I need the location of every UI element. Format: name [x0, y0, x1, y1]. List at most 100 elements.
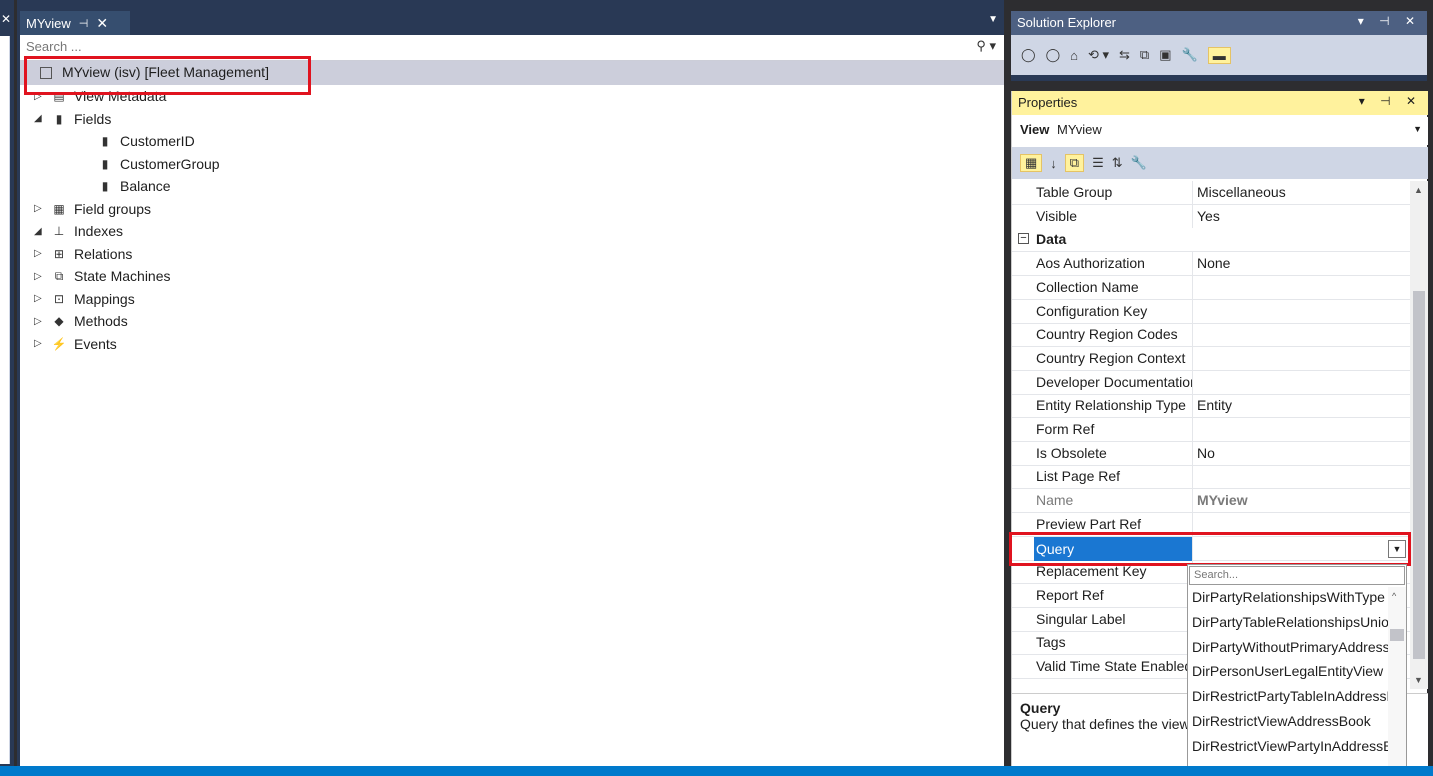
properties-tool-button[interactable]: 🔧	[1131, 155, 1147, 171]
property-row[interactable]: Is Obsolete No	[1012, 441, 1410, 466]
property-category[interactable]: − Data	[1012, 228, 1410, 253]
left-panel-body	[0, 36, 10, 764]
tree-node-label: Indexes	[74, 223, 124, 239]
tree-node[interactable]: ▷ ⧉ State Machines	[34, 265, 171, 287]
pin-icon[interactable]: ⊣	[79, 17, 89, 30]
dropdown-item[interactable]: DirPartyTableRelationshipsUnion	[1192, 614, 1388, 638]
property-name: Visible	[1036, 207, 1077, 224]
dropdown-item[interactable]: DirPartyRelationshipsWithType	[1192, 589, 1388, 613]
solution-explorer-tool-button[interactable]: ▬	[1207, 46, 1231, 64]
events-icon: ⚡	[51, 336, 67, 351]
tree-node[interactable]: ▮ Balance	[80, 175, 171, 197]
property-value[interactable]: Yes	[1197, 208, 1407, 224]
chevron-down-icon[interactable]: ▼	[988, 14, 998, 25]
tree-node[interactable]: ▷ ▦ Field groups	[34, 198, 151, 220]
mappings-icon: ⊡	[53, 291, 65, 306]
property-row[interactable]: List Page Ref	[1012, 465, 1410, 490]
tree-node[interactable]: ▮ CustomerID	[80, 130, 195, 152]
solution-explorer-tool-button[interactable]: ◯	[1046, 47, 1061, 63]
column-divider	[1192, 489, 1193, 514]
expand-arrow-icon[interactable]: ▷	[34, 293, 48, 304]
scroll-thumb[interactable]	[1390, 629, 1404, 641]
solution-explorer-tool-button[interactable]: ⇆	[1119, 47, 1130, 63]
property-value[interactable]: Miscellaneous	[1197, 184, 1407, 200]
property-value[interactable]: No	[1197, 445, 1407, 461]
dropdown-search-input[interactable]: Search...	[1189, 566, 1405, 585]
dropdown-item[interactable]: DirRestrictViewAddressBook	[1192, 713, 1388, 737]
property-row[interactable]: Visible Yes	[1012, 204, 1410, 229]
tree-node[interactable]: ▷ ⊡ Mappings	[34, 288, 135, 310]
property-name: Country Region Codes	[1036, 326, 1178, 343]
scroll-up-icon[interactable]: ^	[1392, 591, 1396, 601]
property-value[interactable]: MYview	[1197, 492, 1407, 508]
collapse-icon[interactable]: −	[1018, 233, 1029, 245]
expand-arrow-icon[interactable]: ▷	[34, 338, 48, 349]
chevron-down-icon[interactable]: ▼	[1413, 124, 1422, 134]
scroll-thumb[interactable]	[1413, 291, 1425, 659]
property-value[interactable]: Entity	[1197, 397, 1407, 413]
column-divider	[1192, 299, 1193, 324]
property-row[interactable]: Table Group Miscellaneous	[1012, 181, 1410, 205]
property-row[interactable]: Configuration Key	[1012, 299, 1410, 324]
tree-node-label: Mappings	[74, 290, 135, 307]
solution-explorer-tool-button[interactable]: ▣	[1159, 47, 1171, 63]
property-row[interactable]: Developer Documentation	[1012, 370, 1410, 395]
property-row[interactable]: Entity Relationship Type Entity	[1012, 394, 1410, 419]
scroll-up-icon[interactable]: ▲	[1414, 185, 1423, 195]
expanded-arrow-icon[interactable]: ◢	[34, 113, 48, 124]
expand-arrow-icon[interactable]: ▷	[34, 271, 48, 282]
dropdown-item[interactable]: DirPartyWithoutPrimaryAddress	[1192, 639, 1388, 663]
property-grid-scrollbar[interactable]: ▲ ▼	[1410, 181, 1428, 689]
properties-tool-button[interactable]: ⧉	[1064, 154, 1085, 172]
search-icon[interactable]: ⚲ ▾	[976, 38, 996, 54]
property-row[interactable]: Country Region Codes	[1012, 323, 1410, 348]
close-icon[interactable]: ✕	[1, 12, 11, 26]
solution-explorer-tool-button[interactable]: ◯	[1021, 47, 1036, 63]
solution-explorer-tool-button[interactable]: ⧉	[1140, 47, 1149, 63]
dropdown-item[interactable]: DirRestrictPartyTableInAddressBook	[1192, 688, 1388, 712]
tree-node[interactable]: ▷ ◆ Methods	[34, 310, 128, 332]
tab-myview[interactable]: MYview ⊣ ✕	[20, 11, 130, 35]
expand-arrow-icon[interactable]: ▷	[34, 203, 48, 214]
expanded-arrow-icon[interactable]: ◢	[34, 226, 48, 237]
solution-explorer-tool-button[interactable]: ⟲ ▾	[1088, 47, 1109, 63]
scroll-down-icon[interactable]: ▼	[1414, 675, 1423, 685]
solution-explorer-tool-button[interactable]: ⌂	[1070, 48, 1078, 63]
properties-tool-button[interactable]: ⇅	[1112, 155, 1123, 171]
tree-node-label: State Machines	[74, 268, 171, 284]
property-row[interactable]: Name MYview	[1012, 489, 1410, 514]
solution-explorer-title-bar: Solution Explorer ▾ ⊣ ✕	[1011, 11, 1427, 35]
column-divider	[1192, 204, 1193, 229]
tree-node[interactable]: ▷ ⚡ Events	[34, 333, 117, 355]
dropdown-item[interactable]: DirPersonUserLegalEntityView	[1192, 663, 1388, 687]
property-row[interactable]: Collection Name	[1012, 275, 1410, 300]
query-dropdown-list[interactable]: Search... DirPartyRelationshipsWithType D…	[1187, 564, 1407, 776]
dropdown-item[interactable]: DirRestrictViewPartyInAddressBook	[1192, 738, 1388, 762]
tree-node[interactable]: ◢ ⊥ Indexes	[34, 220, 123, 242]
object-selector[interactable]: View MYview ▼	[1012, 117, 1428, 145]
column-divider	[1192, 346, 1193, 371]
document-well: MYview ⊣ ✕ ▼ Search ... ⚲ ▾ MYview (isv)…	[17, 0, 1004, 766]
tree-node[interactable]: ▷ ⊞ Relations	[34, 243, 132, 265]
property-row[interactable]: Form Ref	[1012, 418, 1410, 442]
tab-title: MYview	[26, 15, 71, 31]
column-divider	[1192, 370, 1193, 395]
expand-arrow-icon[interactable]: ▷	[34, 316, 48, 327]
property-row[interactable]: Country Region Context	[1012, 346, 1410, 371]
expand-arrow-icon[interactable]: ▷	[34, 248, 48, 259]
property-value[interactable]: None	[1197, 255, 1407, 271]
window-controls[interactable]: ▾ ⊣ ✕	[1358, 14, 1421, 28]
property-row[interactable]: Aos Authorization None	[1012, 252, 1410, 277]
properties-tool-button[interactable]: ☰	[1092, 155, 1104, 171]
window-controls[interactable]: ▾ ⊣ ✕	[1359, 94, 1422, 108]
tree-node[interactable]: ◢ ▮ Fields	[34, 108, 111, 130]
properties-tool-button[interactable]: ▦	[1020, 154, 1043, 172]
solution-explorer-tool-button[interactable]: 🔧	[1182, 47, 1198, 63]
status-bar	[0, 766, 1433, 776]
close-icon[interactable]: ✕	[96, 15, 108, 32]
dropdown-scrollbar[interactable]: ^ v	[1388, 587, 1406, 775]
column-divider	[1192, 418, 1193, 442]
tree-node-label: CustomerID	[120, 133, 195, 149]
properties-tool-button[interactable]: ↓	[1050, 156, 1057, 171]
tree-node[interactable]: ▮ CustomerGroup	[80, 153, 220, 175]
